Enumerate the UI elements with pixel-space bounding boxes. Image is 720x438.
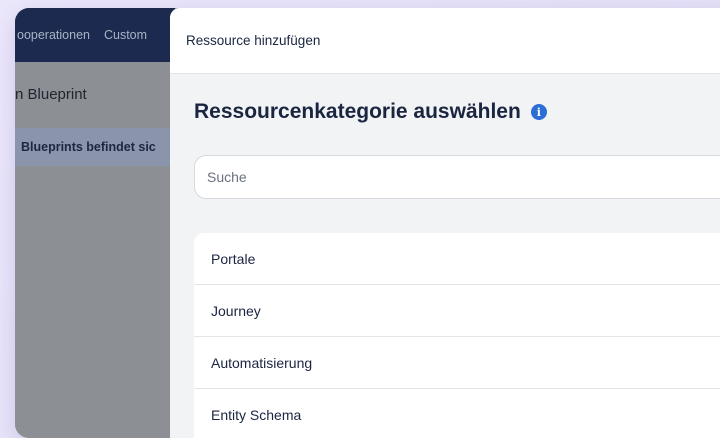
top-nav-bar: ooperationen Custom xyxy=(15,8,175,62)
info-icon[interactable]: i xyxy=(530,104,547,120)
category-list: Portale Journey Automatisierung Entity S… xyxy=(194,233,720,438)
search-input[interactable] xyxy=(194,155,720,199)
section-title: Ressourcenkategorie auswählen i xyxy=(194,100,720,124)
category-item-automatisierung[interactable]: Automatisierung xyxy=(194,337,720,389)
modal-title: Ressource hinzufügen xyxy=(186,33,321,48)
modal-body: Ressourcenkategorie auswählen i Portale … xyxy=(170,100,720,438)
nav-item-operationen[interactable]: ooperationen xyxy=(17,28,90,42)
info-banner: Blueprints befindet sic xyxy=(15,128,175,166)
category-item-portale[interactable]: Portale xyxy=(194,233,720,285)
category-item-entity-schema[interactable]: Entity Schema xyxy=(194,389,720,438)
page-heading: n Blueprint xyxy=(15,86,87,103)
add-resource-modal: Ressource hinzufügen Ressourcenkategorie… xyxy=(170,8,720,438)
section-title-text: Ressourcenkategorie auswählen xyxy=(194,100,521,123)
category-item-journey[interactable]: Journey xyxy=(194,285,720,337)
nav-item-custom[interactable]: Custom xyxy=(104,28,147,42)
modal-header: Ressource hinzufügen xyxy=(170,8,720,74)
app-window: ooperationen Custom n Blueprint Blueprin… xyxy=(15,8,720,438)
